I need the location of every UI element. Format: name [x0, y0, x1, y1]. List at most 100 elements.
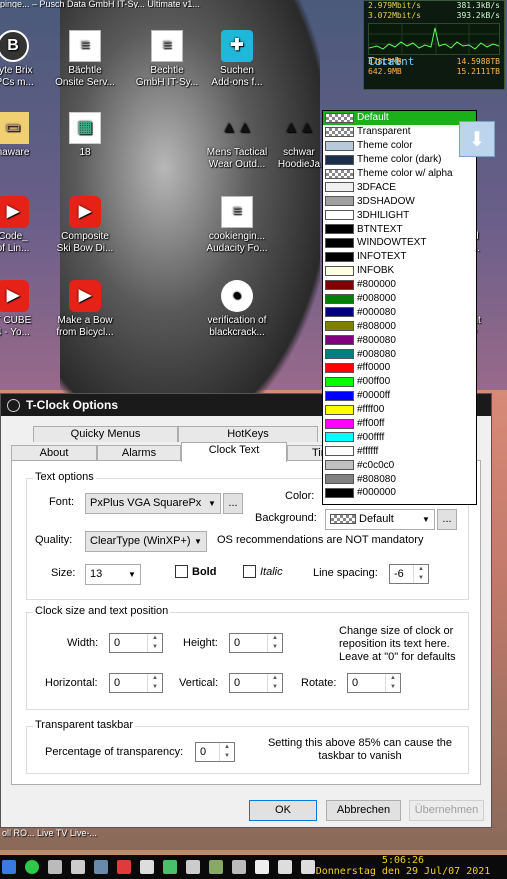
color-option[interactable]: #ffffff [323, 444, 476, 458]
desktop-icon[interactable]: ● verification of blackcrack... [196, 280, 278, 339]
color-option[interactable]: #ffff00 [323, 403, 476, 417]
color-option[interactable]: #00ff00 [323, 375, 476, 389]
spinner-arrows-icon[interactable]: ▲ ▼ [147, 634, 162, 652]
color-swatch [325, 112, 354, 123]
taskbar-clock[interactable]: 5:06:26 Donnerstag den 29 Jul/07 2021 [303, 855, 503, 879]
netmon-up-rate-kb: 381.3kB/s [456, 1, 500, 10]
tab-alarms[interactable]: Alarms [97, 445, 181, 461]
color-option[interactable]: 3DSHADOW [323, 194, 476, 208]
gamepad-icon[interactable] [209, 860, 223, 874]
color-option[interactable]: Theme color w/ alpha [323, 167, 476, 181]
color-option[interactable]: #ff0000 [323, 361, 476, 375]
color-option[interactable]: INFOBK [323, 264, 476, 278]
desktop-icon[interactable]: ✚ Suchen Add-ons f... [196, 30, 278, 89]
battery-icon[interactable] [278, 860, 292, 874]
flag-icon[interactable] [255, 860, 269, 874]
up-down-arrows-icon[interactable] [117, 860, 131, 874]
cancel-button[interactable]: Abbrechen [326, 800, 401, 821]
color-option[interactable]: 3DFACE [323, 180, 476, 194]
color-option[interactable]: Theme color [323, 139, 476, 153]
color-option[interactable]: WINDOWTEXT [323, 236, 476, 250]
color-option[interactable]: #800080 [323, 333, 476, 347]
pen-icon[interactable] [186, 860, 200, 874]
tab-about-label: About [39, 447, 69, 459]
color-option[interactable]: #000080 [323, 305, 476, 319]
color-option[interactable]: #008080 [323, 347, 476, 361]
tab-time[interactable]: Tim [287, 445, 330, 461]
green-globe-icon[interactable] [25, 860, 39, 874]
transparency-spinner[interactable]: 0 ▲ ▼ [195, 742, 235, 762]
desktop-icon[interactable]: ▶ Composite Ski Bow Di... [44, 196, 126, 255]
rotate-spinner[interactable]: 0 ▲ ▼ [347, 673, 401, 693]
color-option[interactable]: INFOTEXT [323, 250, 476, 264]
arrow-down-icon[interactable]: ⬇ [459, 121, 495, 157]
grid-icon[interactable] [140, 860, 154, 874]
desktop-icon[interactable]: ▶ Make a Bow from Bicycl... [44, 280, 126, 339]
color-option[interactable]: BTNTEXT [323, 222, 476, 236]
color-option[interactable]: #0000ff [323, 389, 476, 403]
color-option[interactable]: #c0c0c0 [323, 458, 476, 472]
color-option[interactable]: #800000 [323, 278, 476, 292]
color-option[interactable]: 3DHILIGHT [323, 208, 476, 222]
color-option[interactable]: #000000 [323, 486, 476, 500]
height-spinner[interactable]: 0 ▲ ▼ [229, 633, 283, 653]
apply-button[interactable]: Übernehmen [409, 800, 484, 821]
bluetooth-icon[interactable] [2, 860, 16, 874]
quality-select[interactable]: ClearType (WinXP+) ▼ [85, 531, 207, 552]
desktop-icon[interactable]: ≡ cookiengin... Audacity Fo... [196, 196, 278, 255]
color-option-label: #ffffff [357, 445, 379, 457]
bold-checkbox-box[interactable] [175, 565, 188, 578]
color-option-label: #808080 [357, 473, 396, 485]
background-browse-button[interactable]: ... [437, 509, 457, 530]
tab-clock-text[interactable]: Clock Text [181, 442, 287, 462]
spinner-arrows-icon[interactable]: ▲ ▼ [267, 634, 282, 652]
bold-checkbox[interactable]: Bold [175, 565, 216, 578]
color-option[interactable]: #ff00ff [323, 417, 476, 431]
netmon-current-down: 642.9MB [368, 67, 402, 76]
app-icon[interactable] [94, 860, 108, 874]
vertical-spinner[interactable]: 0 ▲ ▼ [229, 673, 283, 693]
spinner-arrows-icon[interactable]: ▲ ▼ [385, 674, 400, 692]
lock-icon[interactable] [71, 860, 85, 874]
color-option-label: #008000 [357, 293, 396, 305]
color-option[interactable]: Transparent [323, 125, 476, 139]
spinner-arrows-icon[interactable]: ▲ ▼ [147, 674, 162, 692]
font-select[interactable]: PxPlus VGA SquarePx ▼ [85, 493, 221, 514]
color-dropdown-list[interactable]: Default Transparent Theme color Theme color… [322, 110, 477, 505]
tab-quicky-menus[interactable]: Quicky Menus [33, 426, 178, 442]
color-option[interactable]: Default [323, 111, 476, 125]
network-icon[interactable] [48, 860, 62, 874]
background-color-select[interactable]: Default ▼ [325, 509, 435, 530]
width-spinner[interactable]: 0 ▲ ▼ [109, 633, 163, 653]
color-option[interactable]: #808000 [323, 319, 476, 333]
vertical-value: 0 [234, 677, 241, 689]
usb-icon[interactable] [232, 860, 246, 874]
clock-date: Donnerstag den 29 Jul/07 2021 [315, 866, 491, 877]
spinner-arrows-icon[interactable]: ▲ ▼ [219, 743, 234, 761]
size-select[interactable]: 13 ▼ [85, 564, 141, 585]
tab-hotkeys[interactable]: HotKeys [178, 426, 318, 442]
chevron-down-icon: ▼ [128, 570, 136, 579]
spinner-arrows-icon[interactable]: ▲ ▼ [413, 565, 428, 583]
color-option[interactable]: Theme color (dark) [323, 153, 476, 167]
brix-icon: B [0, 30, 29, 62]
color-swatch [325, 362, 354, 373]
clock-size-note: Change size of clock or reposition its t… [339, 625, 456, 663]
color-option[interactable]: #00ffff [323, 430, 476, 444]
italic-checkbox-box[interactable] [243, 565, 256, 578]
color-option[interactable]: #008000 [323, 292, 476, 306]
font-browse-button[interactable]: ... [223, 493, 243, 514]
color-option-label: INFOBK [357, 265, 395, 277]
tab-about[interactable]: About [11, 445, 97, 461]
line-spacing-spinner[interactable]: -6 ▲ ▼ [389, 564, 429, 584]
horizontal-spinner[interactable]: 0 ▲ ▼ [109, 673, 163, 693]
monitor-icon[interactable] [163, 860, 177, 874]
spinner-arrows-icon[interactable]: ▲ ▼ [267, 674, 282, 692]
color-swatch [325, 307, 354, 318]
desktop-icon[interactable]: ▦ 18 [44, 112, 126, 159]
italic-checkbox[interactable]: Italic [243, 565, 283, 578]
ok-button[interactable]: OK [249, 800, 317, 821]
desktop-icon[interactable]: ≡ Bächtle Onsite Serv... [44, 30, 126, 89]
color-option[interactable]: #808080 [323, 472, 476, 486]
line-spacing-label: Line spacing: [313, 567, 378, 579]
